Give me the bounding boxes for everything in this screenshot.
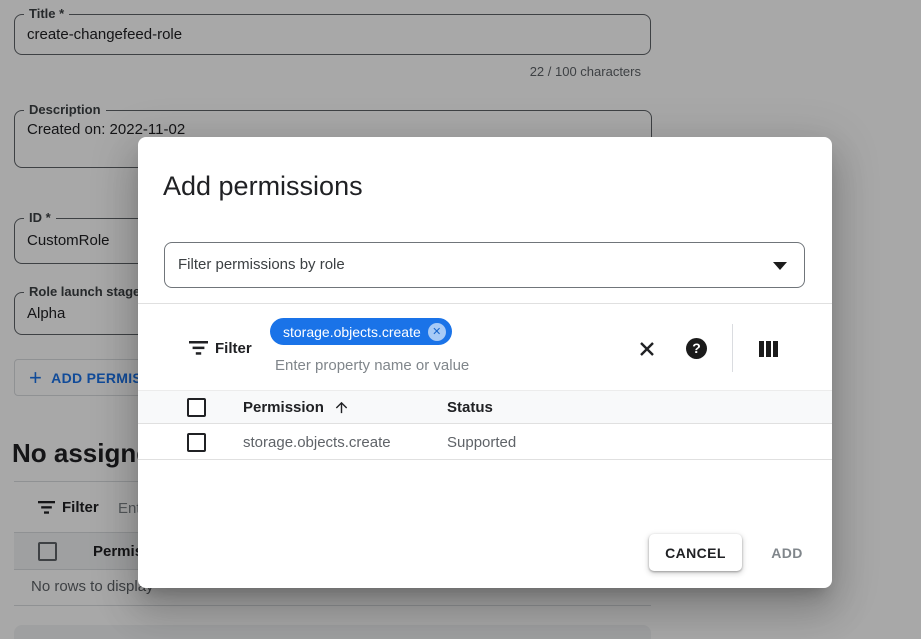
permission-column-header[interactable]: Permission [243,399,324,416]
dialog-title: Add permissions [163,171,363,202]
select-all-checkbox[interactable] [187,398,206,417]
dialog-filter-input[interactable]: Enter property name or value [275,357,469,374]
add-permissions-dialog: Add permissions Filter permissions by ro… [138,137,832,588]
cancel-button[interactable]: CANCEL [649,534,742,571]
caret-down-icon [773,262,787,270]
column-display-icon[interactable] [759,341,778,357]
row-status-cell: Supported [447,434,516,451]
filter-chip-label: storage.objects.create [283,324,421,340]
row-permission-cell: storage.objects.create [243,434,391,451]
create-role-screen: Title * create-changefeed-role 22 / 100 … [0,0,921,639]
dialog-table-header: Permission Status [138,390,832,424]
help-icon[interactable]: ? [686,338,707,359]
clear-filters-icon[interactable] [637,339,657,359]
permission-table-row[interactable]: storage.objects.create Supported [138,425,832,460]
filter-by-role-select[interactable]: Filter permissions by role [164,242,805,288]
dialog-filter-label[interactable]: Filter [215,340,252,357]
add-button[interactable]: ADD [754,534,820,571]
filter-icon [189,341,208,360]
chip-remove-icon[interactable]: ✕ [428,323,446,341]
row-checkbox[interactable] [187,433,206,452]
sort-ascending-icon[interactable] [333,399,350,421]
filter-by-role-select-value: Filter permissions by role [178,243,345,287]
toolbar-divider [732,324,733,372]
status-column-header[interactable]: Status [447,399,493,416]
divider [138,303,832,304]
filter-chip[interactable]: storage.objects.create ✕ [270,318,452,345]
